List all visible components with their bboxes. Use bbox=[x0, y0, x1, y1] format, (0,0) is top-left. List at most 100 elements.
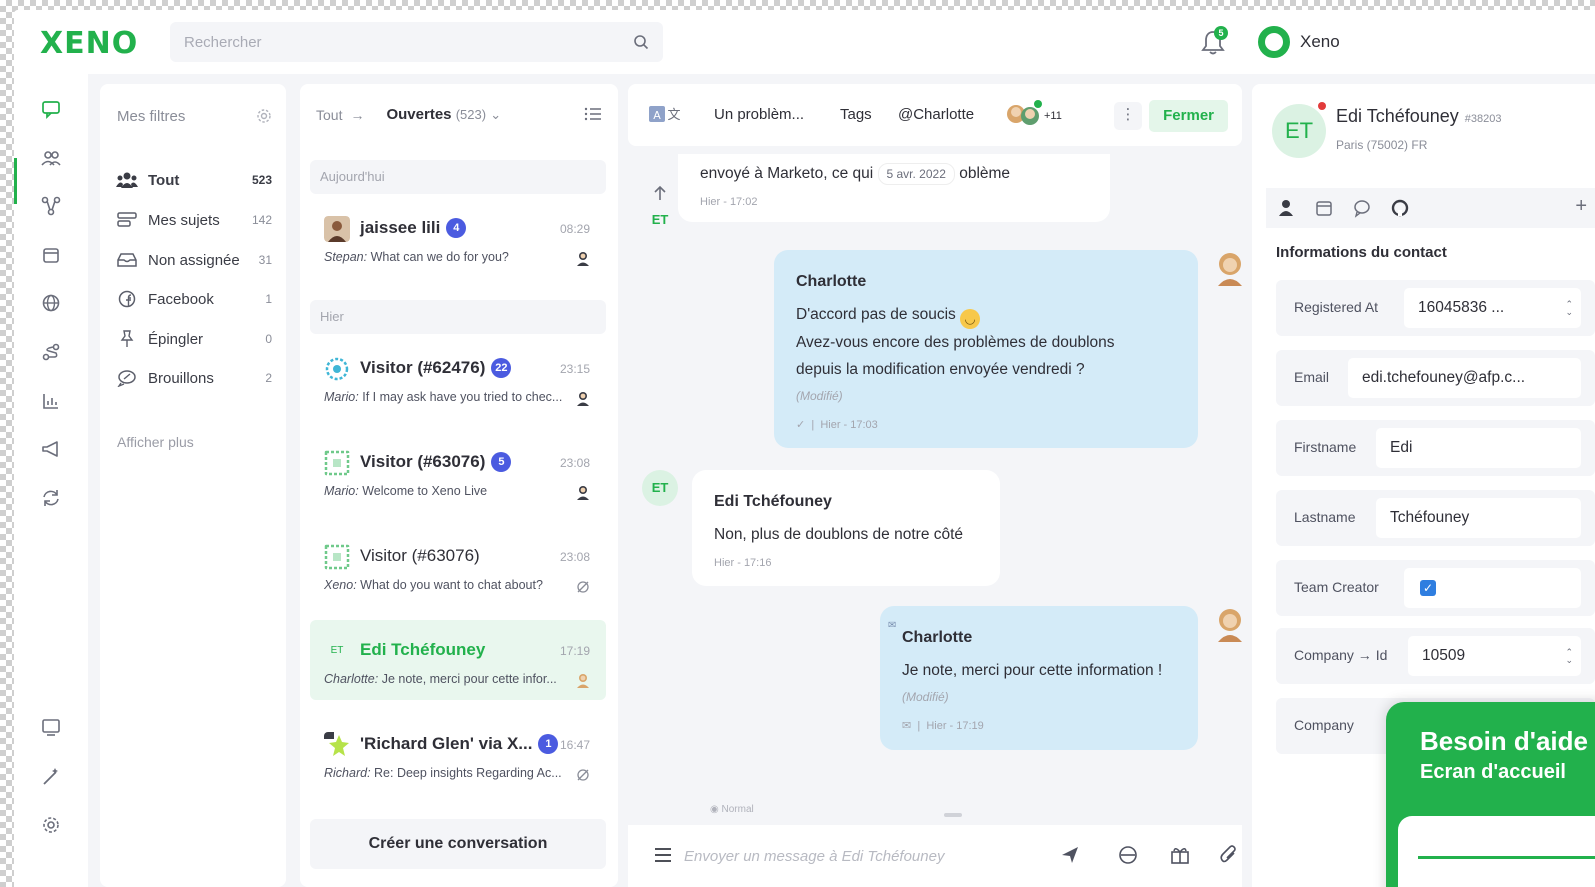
stepper-arrows-icon[interactable]: ⌃ ⌄ bbox=[1565, 648, 1573, 665]
emoji-icon[interactable] bbox=[1118, 845, 1138, 865]
chart-icon[interactable] bbox=[40, 390, 62, 412]
attachment-icon[interactable] bbox=[1220, 845, 1238, 865]
chat-bubble-icon[interactable] bbox=[40, 98, 62, 120]
conversation-item[interactable]: 'Richard Glen' via X... 1 16:47 Richard: … bbox=[310, 714, 606, 794]
unread-badge: 5 bbox=[491, 452, 512, 472]
more-options-icon[interactable]: ⋮ bbox=[1114, 102, 1142, 130]
conversation-item[interactable]: Visitor (#63076) 5 23:08 Mario: Welcome t… bbox=[310, 432, 606, 512]
conversation-preview: Stepan: What can we do for you? bbox=[324, 250, 509, 264]
conversation-preview: Charlotte: Je note, merci pour cette inf… bbox=[324, 672, 557, 686]
filter-item-tout[interactable]: Tout 523 bbox=[116, 168, 272, 192]
tags-button[interactable]: Tags bbox=[840, 106, 872, 123]
globe-icon[interactable] bbox=[40, 292, 62, 314]
settings-gear-icon[interactable] bbox=[40, 814, 62, 836]
team-creator-checkbox[interactable]: ✓ bbox=[1420, 580, 1436, 596]
contacts-icon[interactable] bbox=[40, 147, 62, 169]
search-icon[interactable] bbox=[633, 34, 649, 50]
gift-icon[interactable] bbox=[1170, 845, 1190, 865]
send-icon[interactable] bbox=[1060, 845, 1080, 865]
calendar-icon[interactable] bbox=[40, 244, 62, 266]
visitor-avatar bbox=[324, 544, 350, 570]
email-input[interactable]: edi.tchefouney@afp.c... bbox=[1348, 358, 1581, 398]
conversation-item[interactable]: jaissee lili 4 08:29 Stepan: What can we … bbox=[310, 198, 606, 278]
github-icon[interactable] bbox=[1390, 198, 1410, 218]
translate-icon[interactable]: A文 bbox=[648, 104, 682, 124]
contact-avatar: ET bbox=[651, 212, 669, 227]
search-bar[interactable] bbox=[170, 22, 663, 62]
conversation-name: Visitor (#62476) 22 bbox=[360, 358, 512, 378]
contact-avatar: ET bbox=[1272, 104, 1326, 158]
scroll-up-arrow-icon[interactable] bbox=[652, 184, 668, 202]
filters-settings-icon[interactable] bbox=[256, 108, 272, 124]
agent-avatar bbox=[1218, 609, 1242, 642]
sync-icon[interactable] bbox=[40, 487, 62, 509]
conversation-preview: Richard: Re: Deep insights Regarding Ac.… bbox=[324, 766, 562, 780]
magic-wand-icon[interactable] bbox=[40, 766, 62, 788]
filter-item-facebook[interactable]: Facebook 1 bbox=[116, 287, 272, 311]
assignee-button[interactable]: @Charlotte bbox=[898, 106, 974, 123]
filter-item-non-assignee[interactable]: Non assignée 31 bbox=[116, 248, 272, 272]
calendar-tab-icon[interactable] bbox=[1314, 198, 1334, 218]
field-label: Company → Id bbox=[1294, 647, 1388, 663]
close-conversation-button[interactable]: Fermer bbox=[1149, 100, 1228, 132]
stepper-arrows-icon[interactable]: ⌃ ⌄ bbox=[1565, 300, 1573, 317]
conversations-tab-icon[interactable] bbox=[1352, 198, 1372, 218]
org-name[interactable]: Xeno bbox=[1300, 32, 1340, 52]
org-avatar[interactable] bbox=[1258, 26, 1290, 58]
agent-avatar bbox=[577, 252, 589, 266]
contact-name: Edi Tchéfouney #38203 bbox=[1336, 106, 1502, 126]
message-meta: Hier - 17:02 bbox=[700, 196, 758, 208]
company-id-stepper[interactable]: 10509 bbox=[1408, 636, 1581, 676]
workflow-icon[interactable] bbox=[40, 195, 62, 217]
create-conversation-button[interactable]: Créer une conversation bbox=[310, 819, 606, 869]
person-icon[interactable] bbox=[1276, 198, 1296, 218]
field-label: Lastname bbox=[1294, 509, 1356, 525]
filter-count: 0 bbox=[265, 332, 272, 346]
field-registered-at: Registered At 16045836 ... ⌃ ⌄ bbox=[1276, 280, 1595, 336]
crumb-tout[interactable]: Tout bbox=[316, 107, 342, 123]
conversations-header: Tout → Ouvertes (523) ⌄ bbox=[316, 106, 501, 123]
registered-at-stepper[interactable]: 16045836 ... bbox=[1404, 288, 1581, 328]
filter-item-brouillons[interactable]: Brouillons 2 bbox=[116, 366, 272, 390]
filter-item-mes-sujets[interactable]: Mes sujets 142 bbox=[116, 208, 272, 232]
active-indicator bbox=[14, 158, 17, 204]
megaphone-icon[interactable] bbox=[40, 438, 62, 460]
add-tab-icon[interactable]: + bbox=[1575, 195, 1587, 218]
field-email: Email edi.tchefouney@afp.c... bbox=[1276, 350, 1595, 406]
date-chip: 5 avr. 2022 bbox=[877, 163, 955, 185]
conversation-time: 23:08 bbox=[559, 550, 590, 564]
filter-count: 2 bbox=[265, 371, 272, 385]
status-dropdown[interactable]: Ouvertes (523) ⌄ bbox=[386, 106, 501, 123]
left-nav-rail bbox=[14, 74, 88, 887]
list-view-icon[interactable] bbox=[584, 106, 602, 122]
conversation-item[interactable]: Visitor (#63076) 23:08 Xeno: What do you… bbox=[310, 526, 606, 606]
filter-label: Facebook bbox=[148, 290, 214, 308]
menu-icon[interactable] bbox=[654, 847, 672, 863]
resize-handle[interactable] bbox=[944, 813, 962, 817]
screen-icon[interactable] bbox=[40, 716, 62, 738]
participants-more[interactable]: +11 bbox=[1044, 110, 1062, 122]
conversation-item-selected[interactable]: ET Edi Tchéfouney 17:19 Charlotte: Je no… bbox=[310, 620, 606, 700]
field-label: Firstname bbox=[1294, 439, 1357, 455]
xeno-logo[interactable]: XENO bbox=[40, 26, 138, 61]
message-meta: Hier - 17:16 bbox=[714, 557, 772, 569]
search-input[interactable] bbox=[184, 33, 633, 51]
mode-label[interactable]: ◉ Normal bbox=[710, 804, 754, 815]
route-icon[interactable] bbox=[40, 341, 62, 363]
lastname-input[interactable]: Tchéfouney bbox=[1376, 498, 1581, 538]
message-input[interactable] bbox=[684, 835, 1074, 877]
message-text: Je note, merci pour cette information ! bbox=[902, 662, 1163, 679]
subject-dropdown[interactable]: Un problèm... bbox=[714, 106, 804, 123]
filter-item-epingler[interactable]: Épingler 0 bbox=[116, 327, 272, 351]
status-dot bbox=[1318, 102, 1326, 110]
message-outgoing: ✉ Charlotte Je note, merci pour cette in… bbox=[880, 606, 1198, 750]
help-widget[interactable]: Besoin d'aide ? Ecran d'accueil bbox=[1386, 702, 1595, 887]
filter-count: 31 bbox=[258, 253, 272, 267]
users-icon bbox=[116, 172, 138, 188]
group-today: Aujourd'hui bbox=[310, 160, 606, 194]
firstname-input[interactable]: Edi bbox=[1376, 428, 1581, 468]
field-team-creator: Team Creator ✓ bbox=[1276, 560, 1595, 616]
conversation-item[interactable]: Visitor (#62476) 22 23:15 Mario: If I may… bbox=[310, 338, 606, 418]
participants-avatars[interactable] bbox=[1006, 98, 1046, 132]
show-more-link[interactable]: Afficher plus bbox=[117, 434, 194, 450]
